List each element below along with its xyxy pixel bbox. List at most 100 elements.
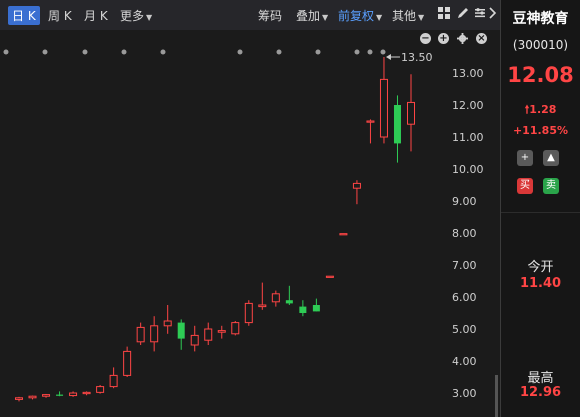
candle: [204, 322, 213, 345]
candle: [352, 180, 361, 205]
open-label: 今开: [527, 260, 554, 275]
candle-body: [244, 302, 253, 324]
candle: [96, 385, 105, 394]
event-marker-dot[interactable]: [315, 49, 321, 55]
sell-button[interactable]: 卖: [543, 178, 559, 194]
close-icon[interactable]: ×: [476, 33, 487, 44]
tab-day-k[interactable]: 日 K: [8, 6, 40, 25]
candle: [285, 285, 293, 305]
grid-icon[interactable]: [438, 7, 450, 22]
alert-button[interactable]: ▲: [543, 150, 559, 166]
candle-body: [366, 120, 375, 123]
candle: [69, 391, 78, 397]
candle: [271, 290, 280, 307]
plus-icon[interactable]: +: [438, 33, 449, 44]
divider: [501, 212, 580, 213]
candle: [42, 393, 51, 398]
tab-week-k[interactable]: 周 K: [48, 7, 72, 24]
candle-body: [123, 350, 132, 376]
forward-adjust-dropdown[interactable]: 前复权 ▼: [338, 7, 382, 24]
forward-adjust-label: 前复权: [338, 9, 375, 23]
event-marker-dot[interactable]: [3, 49, 9, 55]
candle: [123, 346, 132, 377]
settings-icon[interactable]: [474, 7, 486, 22]
overlay-label: 叠加: [296, 9, 321, 23]
event-marker-dot[interactable]: [367, 49, 373, 55]
event-marker-dot[interactable]: [276, 49, 282, 55]
candle-body: [163, 320, 172, 327]
quote-panel: 豆神教育 (300010) 12.08 🠕1.28 +11.85% + ▲ 买 …: [501, 0, 580, 417]
bell-icon: ▲: [547, 152, 555, 163]
candle-body: [42, 394, 51, 397]
event-marker-dot[interactable]: [380, 49, 386, 55]
event-marker-dot[interactable]: [82, 49, 88, 55]
kline-chart[interactable]: 13.00 12.00 11.00 10.00 9.00 8.00 7.00 6.00 5.00…: [0, 30, 500, 417]
candle: [190, 325, 199, 352]
minus-icon[interactable]: −: [420, 33, 431, 44]
y-tick-label: 3.00: [452, 387, 477, 400]
vertical-scrollbar[interactable]: [495, 375, 498, 417]
y-tick-label: 8.00: [452, 227, 477, 240]
candle-body: [190, 334, 199, 346]
chevron-down-icon: ▼: [322, 13, 329, 22]
candle: [177, 319, 185, 350]
candle: [28, 395, 37, 400]
candle-body: [352, 182, 361, 189]
candle-body: [379, 78, 388, 138]
price-change-percent: +11.85%: [512, 124, 569, 137]
candle: [15, 396, 23, 402]
pen-icon[interactable]: [457, 7, 469, 22]
candle-body: [150, 325, 159, 343]
candle-body: [96, 386, 105, 393]
arrow-left-icon: [385, 54, 391, 60]
chevron-down-icon: ▼: [376, 13, 383, 22]
expand-icon[interactable]: [489, 7, 498, 22]
last-price: 12.08: [507, 63, 574, 87]
stock-name: 豆神教育: [512, 11, 569, 27]
other-dropdown[interactable]: 其他 ▼: [392, 7, 424, 24]
candle: [150, 316, 159, 352]
other-label: 其他: [392, 9, 417, 23]
candlestick-svg: 13.00 12.00 11.00 10.00 9.00 8.00 7.00 6.00 5.00…: [3, 49, 498, 417]
candle-body: [407, 101, 415, 125]
candle: [56, 391, 64, 397]
candle-body: [177, 322, 185, 339]
y-tick-label: 10.00: [452, 163, 484, 176]
buy-button[interactable]: 买: [517, 178, 533, 194]
high-value: 12.96: [519, 385, 562, 400]
high-label: 最高: [527, 371, 554, 386]
event-marker-dot[interactable]: [121, 49, 127, 55]
more-dropdown[interactable]: 更多 ▼: [120, 7, 152, 24]
candle-body: [312, 305, 320, 312]
y-tick-label: 13.00: [452, 67, 484, 80]
open-value: 11.40: [519, 276, 562, 291]
candle-body: [136, 326, 145, 343]
candle-body: [204, 328, 213, 341]
candle: [82, 391, 91, 396]
candle: [136, 322, 145, 345]
y-tick-label: 11.00: [452, 131, 484, 144]
add-watchlist-button[interactable]: +: [517, 150, 533, 166]
y-tick-label: 12.00: [452, 99, 484, 112]
candle-body: [258, 304, 267, 308]
tab-month-k[interactable]: 月 K: [84, 7, 108, 24]
y-tick-label: 5.00: [452, 323, 477, 336]
candle: [393, 95, 401, 163]
candle: [163, 305, 172, 334]
candle-body: [325, 275, 334, 278]
event-marker-dot[interactable]: [42, 49, 48, 55]
event-marker-dot[interactable]: [160, 49, 166, 55]
candle-body: [15, 397, 23, 400]
candle-body: [285, 300, 293, 304]
y-tick-label: 6.00: [452, 291, 477, 304]
candle-body: [109, 374, 118, 388]
candle: [231, 321, 240, 336]
chips-button[interactable]: 筹码: [258, 7, 282, 24]
candle-body: [82, 391, 91, 395]
event-marker-dot[interactable]: [237, 49, 243, 55]
candle: [407, 74, 415, 152]
overlay-dropdown[interactable]: 叠加 ▼: [296, 7, 328, 24]
gear-icon[interactable]: [457, 33, 468, 44]
candle-body: [393, 105, 401, 144]
event-marker-dot[interactable]: [354, 49, 360, 55]
